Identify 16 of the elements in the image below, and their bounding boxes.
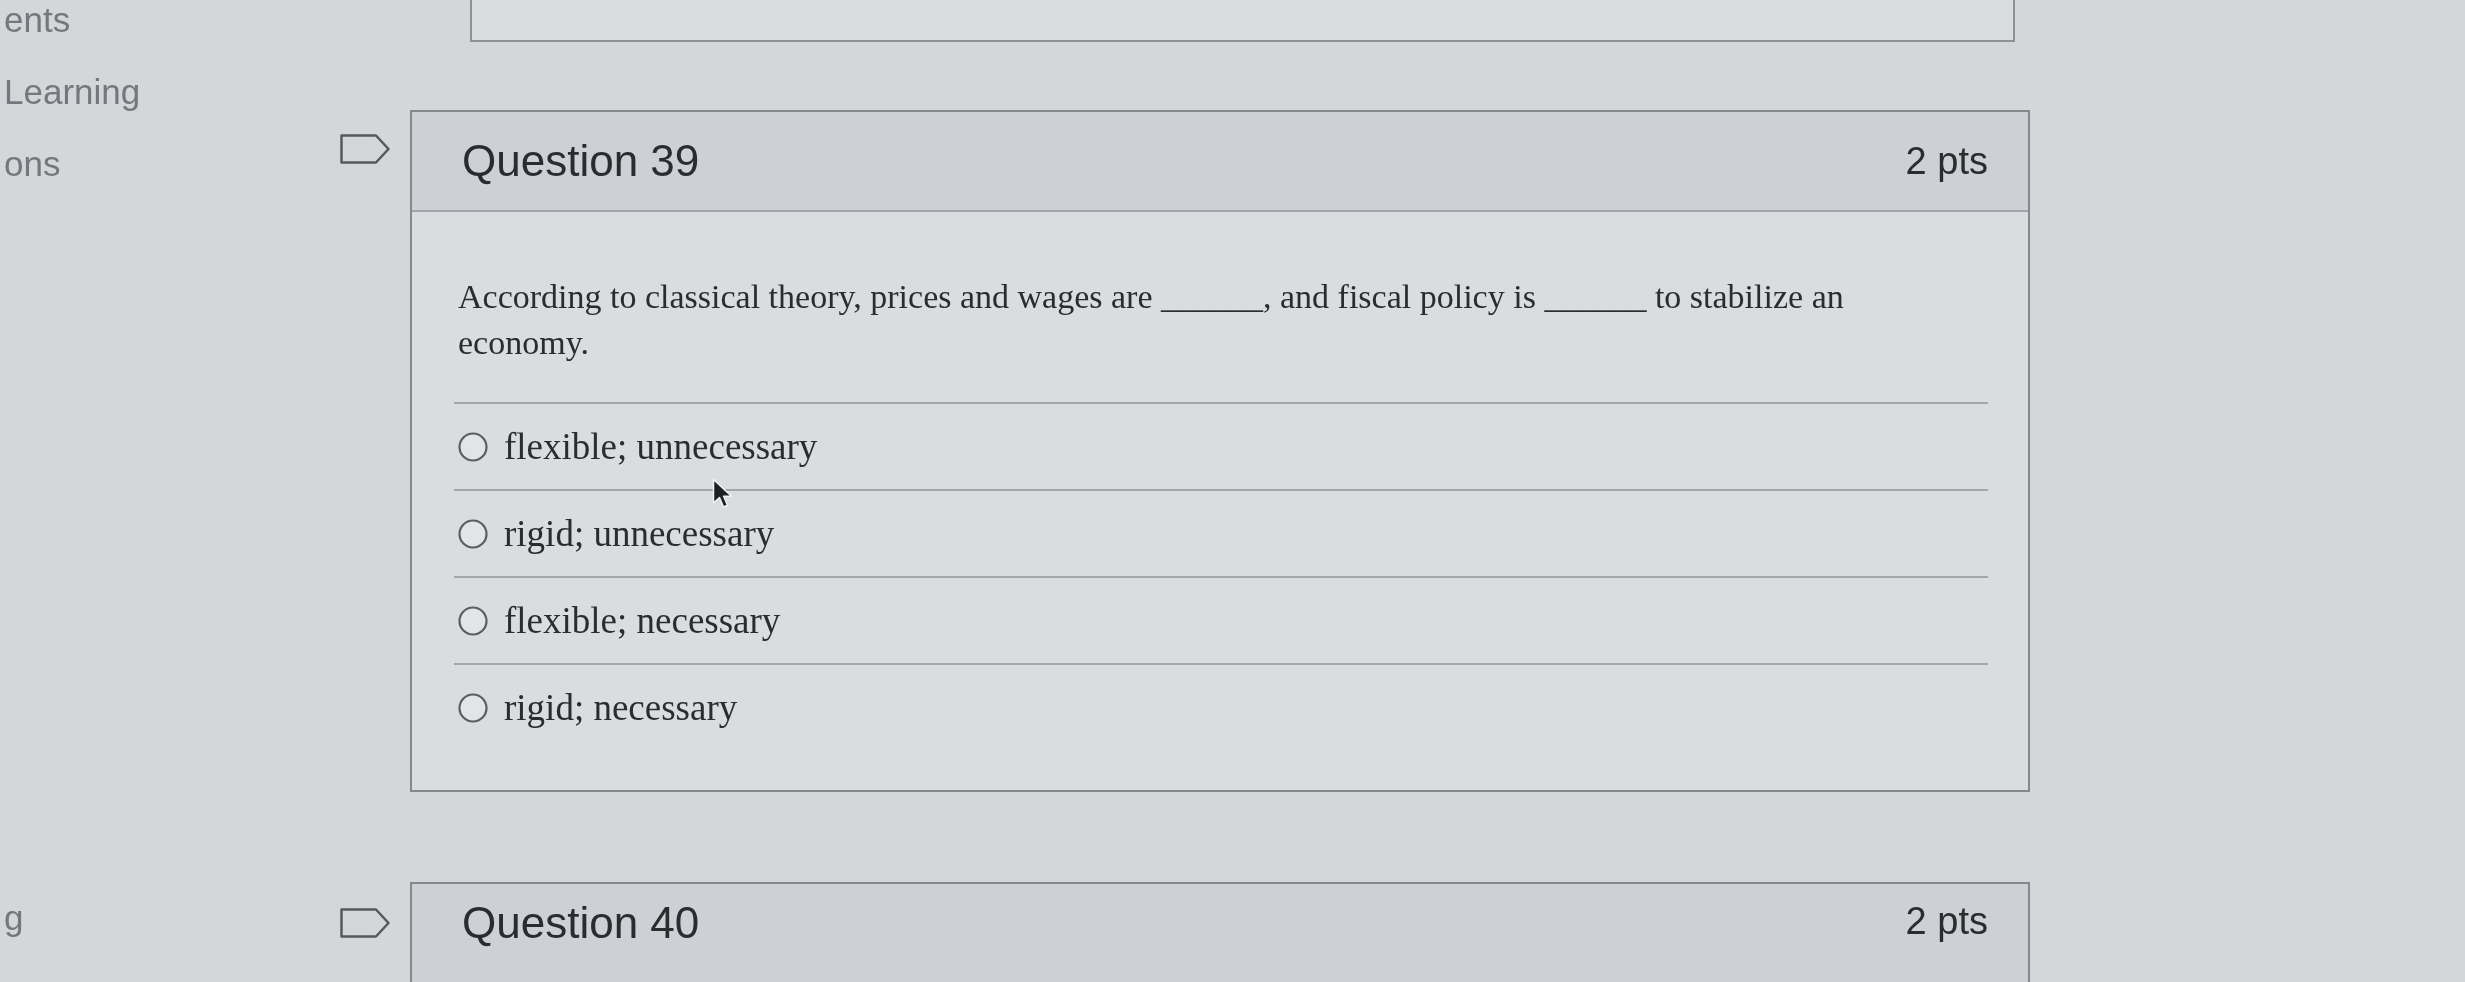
points-label: 2 pts <box>1905 139 1988 184</box>
answer-label[interactable]: flexible; unnecessary <box>504 424 818 469</box>
flag-icon[interactable] <box>340 134 390 164</box>
flag-icon[interactable] <box>340 908 390 938</box>
answer-label[interactable]: rigid; unnecessary <box>504 511 775 556</box>
radio-button[interactable] <box>458 431 488 462</box>
pointer-cursor-icon <box>712 478 734 510</box>
answer-label[interactable]: rigid; necessary <box>504 685 738 730</box>
question-title: Question 39 <box>462 136 700 186</box>
radio-button[interactable] <box>458 692 488 723</box>
radio-button[interactable] <box>458 605 488 636</box>
question-text: According to classical theory, prices and wages are ______, and fiscal policy is ______ to stabilize an economy. <box>457 277 1845 363</box>
points-label: 2 pts <box>1905 899 1988 944</box>
radio-button[interactable] <box>458 518 488 549</box>
question-title: Question 40 <box>462 898 700 948</box>
answer-label[interactable]: flexible; necessary <box>504 598 781 643</box>
